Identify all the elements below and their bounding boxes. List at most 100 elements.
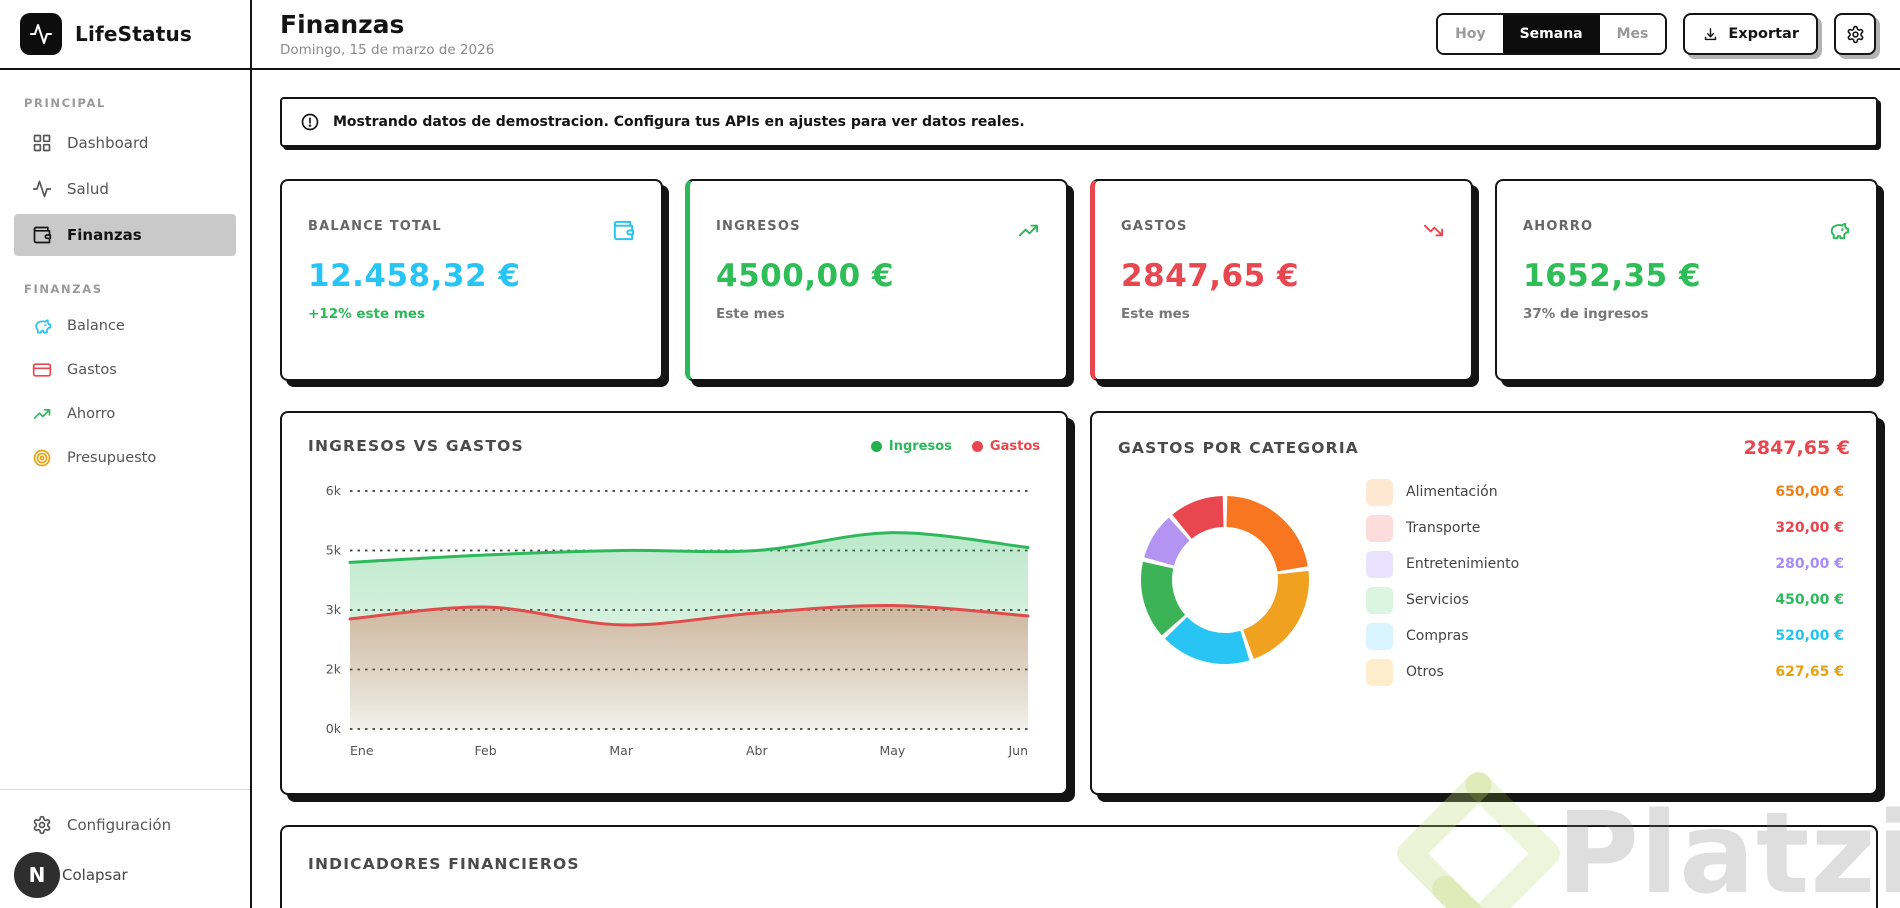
range-tab-hoy[interactable]: Hoy: [1438, 15, 1503, 53]
demo-alert-banner: Mostrando datos de demostracion. Configu…: [280, 97, 1878, 147]
sidebar-item-label: Balance: [67, 318, 125, 334]
donut-chart[interactable]: [1118, 473, 1332, 691]
stat-value: 12.458,32 €: [308, 258, 521, 294]
sidebar-nav: PRINCIPAL Dashboard Salud Finanzas FINAN…: [0, 70, 250, 789]
settings-button[interactable]: [1834, 13, 1876, 55]
trend-up-icon: [33, 409, 51, 419]
legend-row-compras[interactable]: Compras 520,00 €: [1366, 622, 1844, 650]
sidebar-footer: Configuración N Colapsar: [0, 789, 250, 908]
category-chip: [1366, 478, 1393, 506]
svg-text:6k: 6k: [326, 483, 342, 498]
svg-text:Abr: Abr: [746, 743, 768, 758]
sidebar-item-presupuesto[interactable]: Presupuesto: [14, 440, 236, 476]
utensils-icon: [1372, 485, 1387, 500]
stat-label: AHORRO: [1523, 219, 1594, 234]
category-label: Entretenimiento: [1406, 556, 1520, 572]
collapse-button[interactable]: Colapsar: [62, 866, 128, 884]
sidebar-item-label: Presupuesto: [67, 450, 157, 466]
grid-icon: [33, 134, 51, 152]
sidebar-item-gastos[interactable]: Gastos: [14, 352, 236, 388]
chart-title: GASTOS POR CATEGORIA: [1118, 439, 1359, 457]
category-total: 2847,65 €: [1743, 437, 1850, 459]
activity-icon: [32, 180, 52, 198]
trend-down-icon: [1423, 224, 1444, 237]
area-line-chart[interactable]: 6k 5k 3k 2k 0k Ene Feb Mar Abr May Jun: [308, 473, 1040, 765]
avatar[interactable]: N: [14, 852, 60, 898]
svg-text:Feb: Feb: [475, 743, 497, 758]
sidebar-item-ahorro[interactable]: Ahorro: [14, 396, 236, 432]
sidebar-item-label: Salud: [67, 180, 109, 198]
legend-dot-green: [870, 440, 882, 452]
stat-card-ingresos[interactable]: INGRESOS 4500,00 € Este mes: [685, 179, 1068, 381]
export-button[interactable]: Exportar: [1683, 13, 1818, 55]
range-tab-mes[interactable]: Mes: [1599, 15, 1666, 53]
sidebar-item-label: Dashboard: [67, 134, 149, 152]
header-actions: Hoy Semana Mes Exportar: [1436, 13, 1876, 55]
zap-icon: [1372, 593, 1387, 608]
category-chip: [1366, 586, 1393, 614]
category-chip: [1366, 622, 1393, 650]
piggy-bank-icon: [1830, 222, 1850, 240]
legend-row-alimentacion[interactable]: Alimentación 650,00 €: [1366, 478, 1844, 506]
activity-icon: [30, 24, 52, 44]
svg-text:5k: 5k: [326, 543, 342, 558]
stat-label: BALANCE TOTAL: [308, 219, 442, 234]
main-area: Finanzas Domingo, 15 de marzo de 2026 Ho…: [252, 0, 1900, 908]
page-date: Domingo, 15 de marzo de 2026: [280, 42, 495, 58]
sidebar-item-dashboard[interactable]: Dashboard: [14, 122, 236, 164]
app-root: LifeStatus PRINCIPAL Dashboard Salud Fin…: [0, 0, 1900, 908]
category-label: Compras: [1406, 628, 1469, 644]
category-chip: [1366, 514, 1393, 542]
stat-sub: Este mes: [716, 306, 785, 322]
sidebar-item-salud[interactable]: Salud: [14, 168, 236, 210]
stat-card-gastos[interactable]: GASTOS 2847,65 € Este mes: [1090, 179, 1473, 381]
stat-label: GASTOS: [1121, 219, 1188, 234]
category-value: 627,65 €: [1775, 664, 1844, 680]
wallet-icon: [613, 220, 635, 241]
export-button-label: Exportar: [1728, 26, 1799, 42]
sidebar-item-label: Gastos: [67, 362, 117, 378]
logo-mark: [20, 13, 62, 55]
category-value: 280,00 €: [1775, 556, 1844, 572]
svg-text:2k: 2k: [326, 662, 342, 677]
cart-icon: [1372, 557, 1387, 572]
charts-grid: INGRESOS VS GASTOS Ingresos Gastos 6k 5k…: [280, 411, 1878, 795]
legend-row-transporte[interactable]: Transporte 320,00 €: [1366, 514, 1844, 542]
legend-row-otros[interactable]: Otros 627,65 €: [1366, 658, 1844, 686]
sidebar-item-finanzas[interactable]: Finanzas: [14, 214, 236, 256]
svg-text:Mar: Mar: [609, 743, 633, 758]
sidebar-item-configuracion[interactable]: Configuración: [14, 804, 236, 846]
wallet-icon: [33, 226, 52, 244]
legend-row-servicios[interactable]: Servicios 450,00 €: [1366, 586, 1844, 614]
stat-card-ahorro[interactable]: AHORRO 1652,35 € 37% de ingresos: [1495, 179, 1878, 381]
legend-label: Ingresos: [888, 438, 952, 454]
stat-sub: Este mes: [1121, 306, 1190, 322]
range-tab-semana[interactable]: Semana: [1502, 15, 1600, 53]
trend-up-icon: [1018, 224, 1039, 237]
range-segmented-control: Hoy Semana Mes: [1436, 13, 1668, 55]
stat-label: INGRESOS: [716, 219, 801, 234]
app-title: LifeStatus: [75, 22, 193, 46]
nav-section-principal: PRINCIPAL: [24, 96, 106, 110]
legend-row-entretenimiento[interactable]: Entretenimiento 280,00 €: [1366, 550, 1844, 578]
sidebar-item-balance[interactable]: Balance: [14, 308, 236, 344]
legend-dot-red: [971, 440, 983, 452]
stat-value: 2847,65 €: [1121, 258, 1300, 294]
piggy-bank-icon: [35, 319, 52, 334]
category-label: Alimentación: [1406, 484, 1498, 500]
cart-icon: [1372, 665, 1387, 680]
car-icon: [1372, 521, 1387, 536]
sidebar: LifeStatus PRINCIPAL Dashboard Salud Fin…: [0, 0, 252, 908]
category-value: 520,00 €: [1775, 628, 1844, 644]
chart-title: INGRESOS VS GASTOS: [308, 437, 524, 455]
svg-text:May: May: [879, 743, 905, 758]
stat-value: 1652,35 €: [1523, 258, 1702, 294]
target-icon: [33, 449, 51, 467]
stat-value: 4500,00 €: [716, 258, 895, 294]
category-value: 650,00 €: [1775, 484, 1844, 500]
stat-sub: +12% este mes: [308, 306, 426, 322]
stat-sub: 37% de ingresos: [1523, 306, 1649, 322]
financial-indicators-panel: INDICADORES FINANCIEROS: [280, 825, 1878, 908]
stat-card-balance-total[interactable]: BALANCE TOTAL 12.458,32 € +12% este mes: [280, 179, 663, 381]
category-label: Transporte: [1406, 520, 1481, 536]
